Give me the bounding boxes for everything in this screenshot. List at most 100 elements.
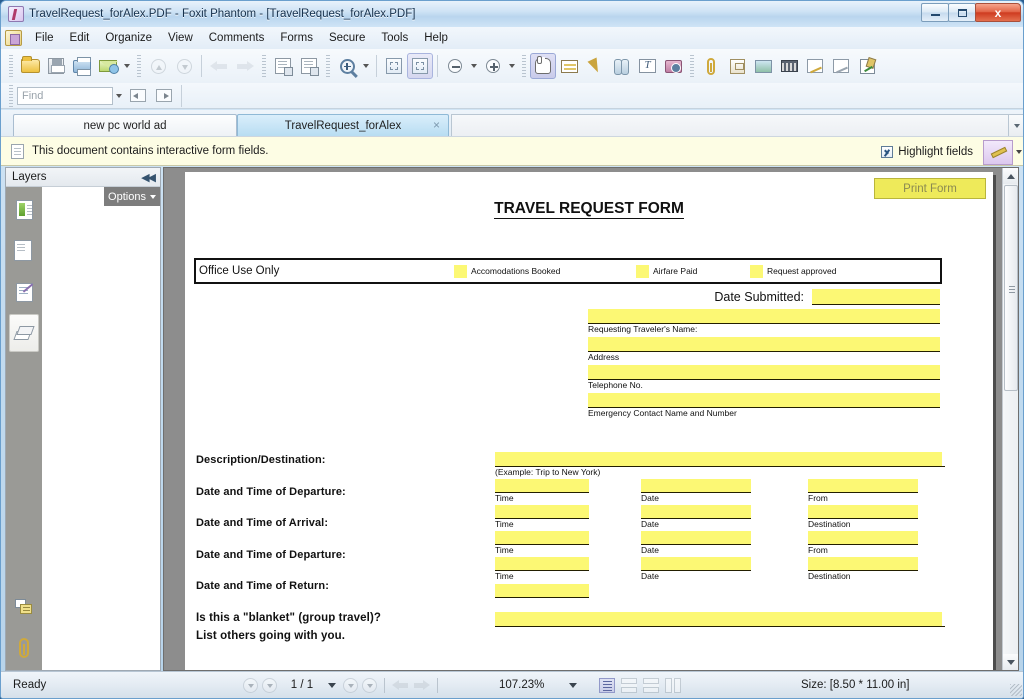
continuous-layout-icon[interactable]: [621, 678, 637, 693]
save-button[interactable]: [43, 53, 69, 79]
from-input-1[interactable]: [808, 479, 918, 492]
menu-help[interactable]: Help: [416, 29, 456, 47]
open-file-button[interactable]: [17, 53, 43, 79]
sidebar-item-bookmarks[interactable]: [9, 191, 39, 229]
select-annotation-button[interactable]: [582, 53, 608, 79]
find-next-button[interactable]: [151, 83, 177, 109]
time-input-1[interactable]: [495, 479, 589, 492]
scroll-down-icon[interactable]: [1003, 654, 1019, 670]
tab-list-dropdown-icon[interactable]: [1009, 114, 1024, 136]
attachment-button[interactable]: [698, 53, 724, 79]
menu-comments[interactable]: Comments: [201, 29, 273, 47]
search-input[interactable]: Find: [17, 87, 113, 105]
search-history-caret[interactable]: [113, 83, 125, 109]
sidebar-item-attachments[interactable]: [9, 629, 39, 667]
checkbox-request-approved[interactable]: Request approved: [750, 265, 836, 278]
document-viewport[interactable]: Print Form TRAVEL REQUEST FORM Office Us…: [163, 167, 1019, 671]
page-dropdown-caret[interactable]: [325, 678, 339, 692]
find-previous-button[interactable]: [125, 83, 151, 109]
zoom-tool-button[interactable]: [334, 53, 360, 79]
scrollbar-thumb[interactable]: [1004, 185, 1018, 391]
checkbox-box[interactable]: [454, 265, 467, 278]
eraser-tool-button[interactable]: [828, 53, 854, 79]
address-input[interactable]: [588, 337, 940, 351]
resize-grip[interactable]: [1010, 684, 1022, 696]
zoom-in-button[interactable]: [480, 53, 506, 79]
highlight-fields-checkbox[interactable]: [881, 146, 893, 158]
zoom-out-button[interactable]: [442, 53, 468, 79]
tab-new-pc-world-ad[interactable]: new pc world ad: [13, 114, 237, 136]
highlight-pen-button[interactable]: [983, 140, 1013, 165]
sidebar-item-notes[interactable]: [9, 588, 39, 626]
insert-pages-button[interactable]: [270, 53, 296, 79]
date-input-4[interactable]: [641, 557, 751, 570]
text-select-button[interactable]: [556, 53, 582, 79]
zoom-tool-dropdown-caret[interactable]: [360, 53, 372, 79]
destination-input-1[interactable]: [808, 505, 918, 518]
print-button[interactable]: [69, 53, 95, 79]
facing-layout-icon[interactable]: [643, 678, 659, 693]
email-dropdown-caret[interactable]: [121, 53, 133, 79]
print-form-button[interactable]: Print Form: [874, 178, 986, 199]
vertical-scrollbar[interactable]: [1002, 168, 1018, 670]
emergency-contact-input[interactable]: [588, 393, 940, 407]
menu-view[interactable]: View: [160, 29, 201, 47]
go-forward-status-icon[interactable]: [413, 680, 430, 691]
description-destination-input[interactable]: [495, 452, 942, 466]
checkbox-airfare-paid[interactable]: Airfare Paid: [636, 265, 697, 278]
time-input-4[interactable]: [495, 557, 589, 570]
minimize-button[interactable]: [921, 3, 949, 22]
pencil-tool-button[interactable]: [802, 53, 828, 79]
time-input-3[interactable]: [495, 531, 589, 544]
first-page-button[interactable]: [243, 678, 258, 693]
time-input-5[interactable]: [495, 584, 589, 597]
telephone-input[interactable]: [588, 365, 940, 379]
previous-page-button[interactable]: [262, 678, 277, 693]
destination-input-2[interactable]: [808, 557, 918, 570]
layers-options-button[interactable]: Options: [104, 187, 160, 206]
toolbar-grip-3[interactable]: [262, 55, 266, 77]
fit-width-button[interactable]: [407, 53, 433, 79]
email-button[interactable]: [95, 53, 121, 79]
tab-close-icon[interactable]: ×: [433, 119, 440, 131]
date-input-2[interactable]: [641, 505, 751, 518]
from-input-2[interactable]: [808, 531, 918, 544]
insert-image-button[interactable]: [750, 53, 776, 79]
maximize-button[interactable]: [948, 3, 976, 22]
menu-organize[interactable]: Organize: [97, 29, 160, 47]
toolbar-grip-2[interactable]: [137, 55, 141, 77]
toolbar-grip[interactable]: [9, 55, 13, 77]
page-indicator[interactable]: 1 / 1: [285, 679, 319, 691]
toolbar-grip-5[interactable]: [522, 55, 526, 77]
insert-video-button[interactable]: [776, 53, 802, 79]
sidebar-item-layers[interactable]: [9, 314, 39, 352]
go-back-status-icon[interactable]: [392, 680, 409, 691]
menu-secure[interactable]: Secure: [321, 29, 373, 47]
next-page-button[interactable]: [343, 678, 358, 693]
continuous-facing-layout-icon[interactable]: [665, 678, 681, 693]
date-input-1[interactable]: [641, 479, 751, 492]
fit-page-button[interactable]: [381, 53, 407, 79]
next-view-button[interactable]: [171, 53, 197, 79]
checkbox-box[interactable]: [636, 265, 649, 278]
stamp-button[interactable]: [724, 53, 750, 79]
menu-tools[interactable]: Tools: [373, 29, 416, 47]
extract-pages-button[interactable]: [296, 53, 322, 79]
time-input-2[interactable]: [495, 505, 589, 518]
highlight-dropdown-caret[interactable]: [1013, 140, 1024, 165]
tab-travelrequest-foralex[interactable]: TravelRequest_forAlex ×: [237, 114, 449, 136]
single-page-layout-icon[interactable]: [599, 678, 615, 693]
go-back-button[interactable]: [206, 53, 232, 79]
snapshot-compare-button[interactable]: [608, 53, 634, 79]
toolbar-grip-4[interactable]: [326, 55, 330, 77]
snapshot-button[interactable]: [660, 53, 686, 79]
date-submitted-input[interactable]: [812, 289, 940, 304]
go-forward-button[interactable]: [232, 53, 258, 79]
close-button[interactable]: x: [975, 3, 1021, 22]
menu-edit[interactable]: Edit: [62, 29, 98, 47]
sidebar-item-comments[interactable]: [9, 273, 39, 311]
checkbox-accomodations-booked[interactable]: Accomodations Booked: [454, 265, 560, 278]
zoom-out-dropdown-caret[interactable]: [468, 53, 480, 79]
zoom-in-dropdown-caret[interactable]: [506, 53, 518, 79]
toolbar-grip-6[interactable]: [690, 55, 694, 77]
